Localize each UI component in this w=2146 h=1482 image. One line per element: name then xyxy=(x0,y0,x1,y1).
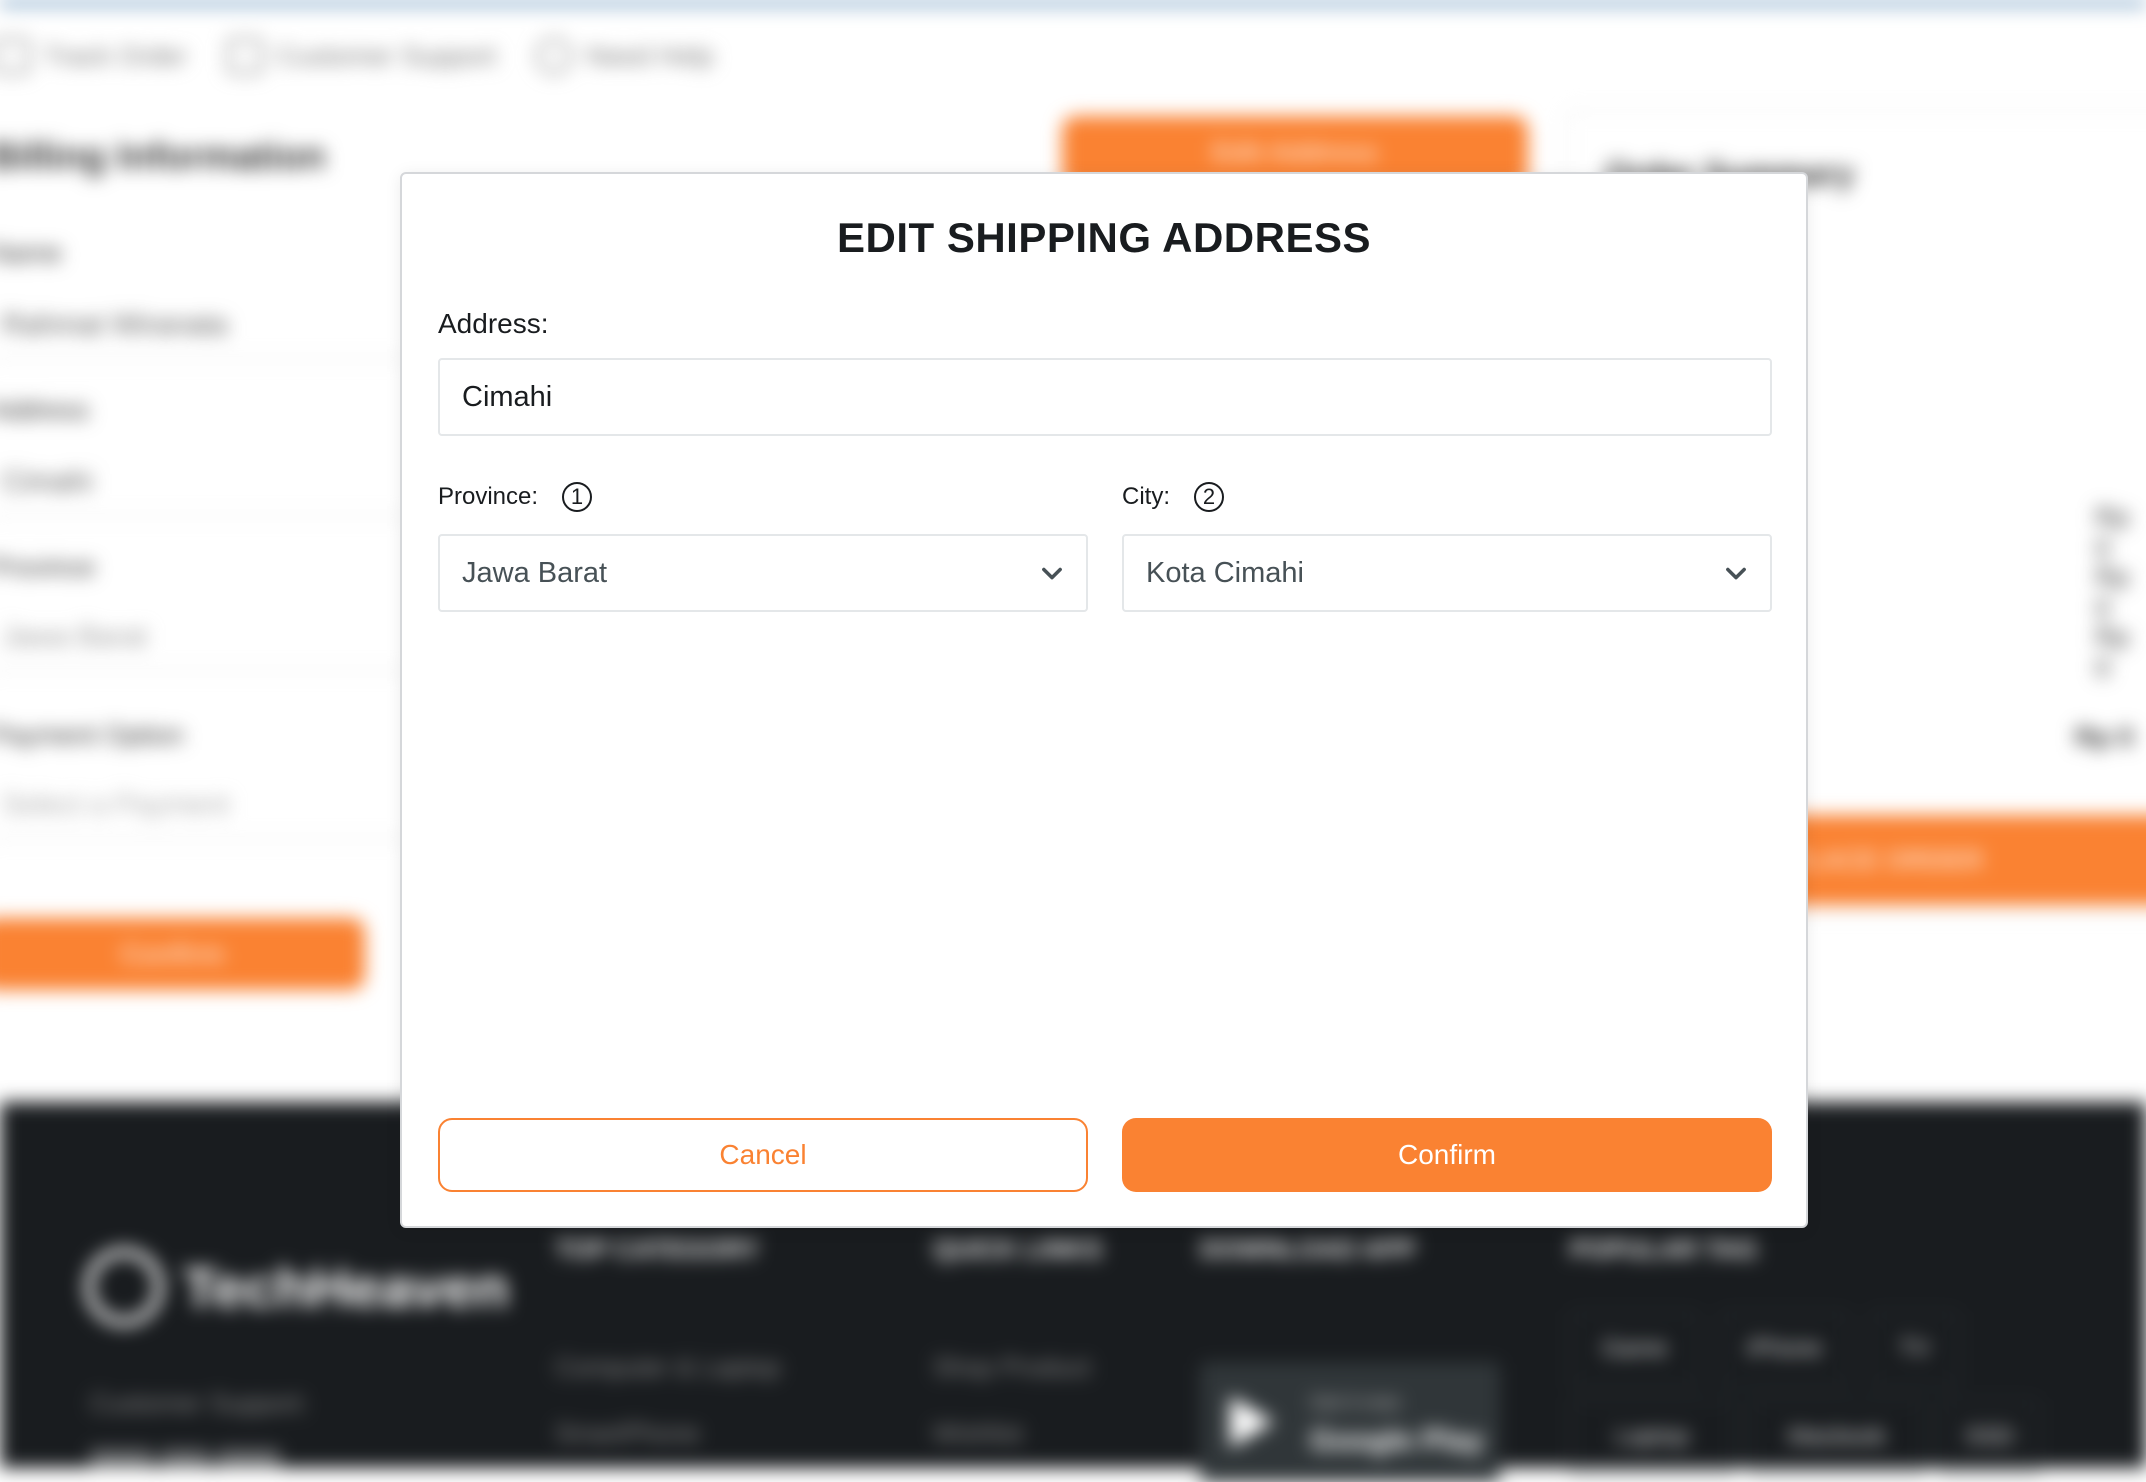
tag[interactable]: Macbook xyxy=(1750,1400,1924,1474)
support-phone: 0000-000-0000 xyxy=(90,1444,280,1475)
field-label-payment: Payment Option xyxy=(0,720,184,750)
cancel-button[interactable]: Cancel xyxy=(438,1118,1088,1192)
chevron-down-icon xyxy=(1726,567,1746,580)
crumb-customer-support[interactable]: Customer Support xyxy=(227,38,496,74)
city-select[interactable]: Kota Cimahi xyxy=(1122,534,1772,612)
city-selected-value: Kota Cimahi xyxy=(1146,556,1304,589)
footer-link[interactable]: Wishlist xyxy=(933,1418,1023,1449)
brand-name: TechHeaven xyxy=(183,1255,509,1319)
crumb-label: Need Help xyxy=(586,40,714,71)
province-label-row: Province: 1 xyxy=(438,482,593,512)
summary-price: Rp 0 xyxy=(2095,622,2130,683)
field-province[interactable]: Jawa Barat xyxy=(0,602,410,672)
footer-link[interactable]: Computer & Laptop xyxy=(555,1352,780,1383)
chevron-down-icon xyxy=(1042,567,1062,580)
field-payment[interactable]: Select a Payment xyxy=(0,770,410,840)
address-label: Address: xyxy=(438,308,549,339)
field-label-province: Province xyxy=(0,552,96,582)
tag[interactable]: SSD xyxy=(1940,1400,2039,1474)
field-name[interactable]: Rahmat Wiranata xyxy=(0,290,410,360)
footer-logo: TechHeaven xyxy=(85,1248,509,1326)
city-label: City: xyxy=(1122,483,1170,510)
headphones-icon xyxy=(227,38,264,74)
summary-price: Rp 0 xyxy=(2095,562,2130,623)
step-two-badge: 2 xyxy=(1194,482,1224,512)
summary-total: Rp 0 xyxy=(2075,722,2134,752)
crumb-label: Customer Support xyxy=(277,40,497,71)
edit-shipping-address-modal: EDIT SHIPPING ADDRESS Address: Province:… xyxy=(400,172,1808,1228)
crumb-label: Track Order xyxy=(44,40,188,71)
modal-title: EDIT SHIPPING ADDRESS xyxy=(836,214,1372,261)
footer-heading: POPULAR TAG xyxy=(1570,1234,1758,1264)
footer-link[interactable]: SmartPhone xyxy=(555,1418,700,1449)
play-icon xyxy=(1230,1396,1274,1448)
bg-confirm-button[interactable]: Confirm xyxy=(0,918,365,990)
step-one-badge: 1 xyxy=(562,482,593,512)
play-big-text: Google Play xyxy=(1310,1424,1484,1457)
footer-heading: DOWNLOAD APP xyxy=(1200,1234,1416,1264)
confirm-button[interactable]: Confirm xyxy=(1122,1118,1772,1192)
footer-heading: TOP CATEGORY xyxy=(555,1234,760,1264)
field-label-address: Address xyxy=(0,395,90,425)
summary-price: Rp 0 xyxy=(2095,502,2130,563)
info-icon xyxy=(536,38,573,74)
province-selected-value: Jawa Barat xyxy=(462,556,608,589)
billing-title: Billing Information xyxy=(0,136,326,178)
brand-logo-icon xyxy=(85,1248,163,1326)
address-input[interactable] xyxy=(438,358,1772,436)
crumb-need-help[interactable]: Need Help xyxy=(536,38,714,74)
province-select[interactable]: Jawa Barat xyxy=(438,534,1088,612)
tag[interactable]: TV xyxy=(1870,1312,1959,1386)
footer-link[interactable]: Shop Product xyxy=(933,1352,1091,1383)
play-small-text: Get it now xyxy=(1310,1392,1401,1414)
city-label-row: City: 2 xyxy=(1122,482,1224,512)
field-label-name: Name xyxy=(0,238,63,268)
province-label: Province: xyxy=(438,483,539,510)
field-address[interactable]: Cimahi xyxy=(0,447,410,517)
google-play-badge[interactable]: Get it now Google Play xyxy=(1200,1362,1500,1482)
footer-heading: QUICK LINKS xyxy=(933,1234,1102,1264)
crumb-track-order[interactable]: Track Order xyxy=(0,38,187,74)
support-label: Customer Support: xyxy=(90,1388,309,1418)
tag[interactable]: Laptop xyxy=(1570,1400,1734,1474)
top-accent-line xyxy=(0,0,2146,6)
tag[interactable]: Game xyxy=(1570,1312,1699,1386)
breadcrumb: Track Order Customer Support Need Help xyxy=(0,38,714,74)
tag[interactable]: iPhone xyxy=(1720,1312,1849,1386)
location-icon xyxy=(0,38,30,74)
